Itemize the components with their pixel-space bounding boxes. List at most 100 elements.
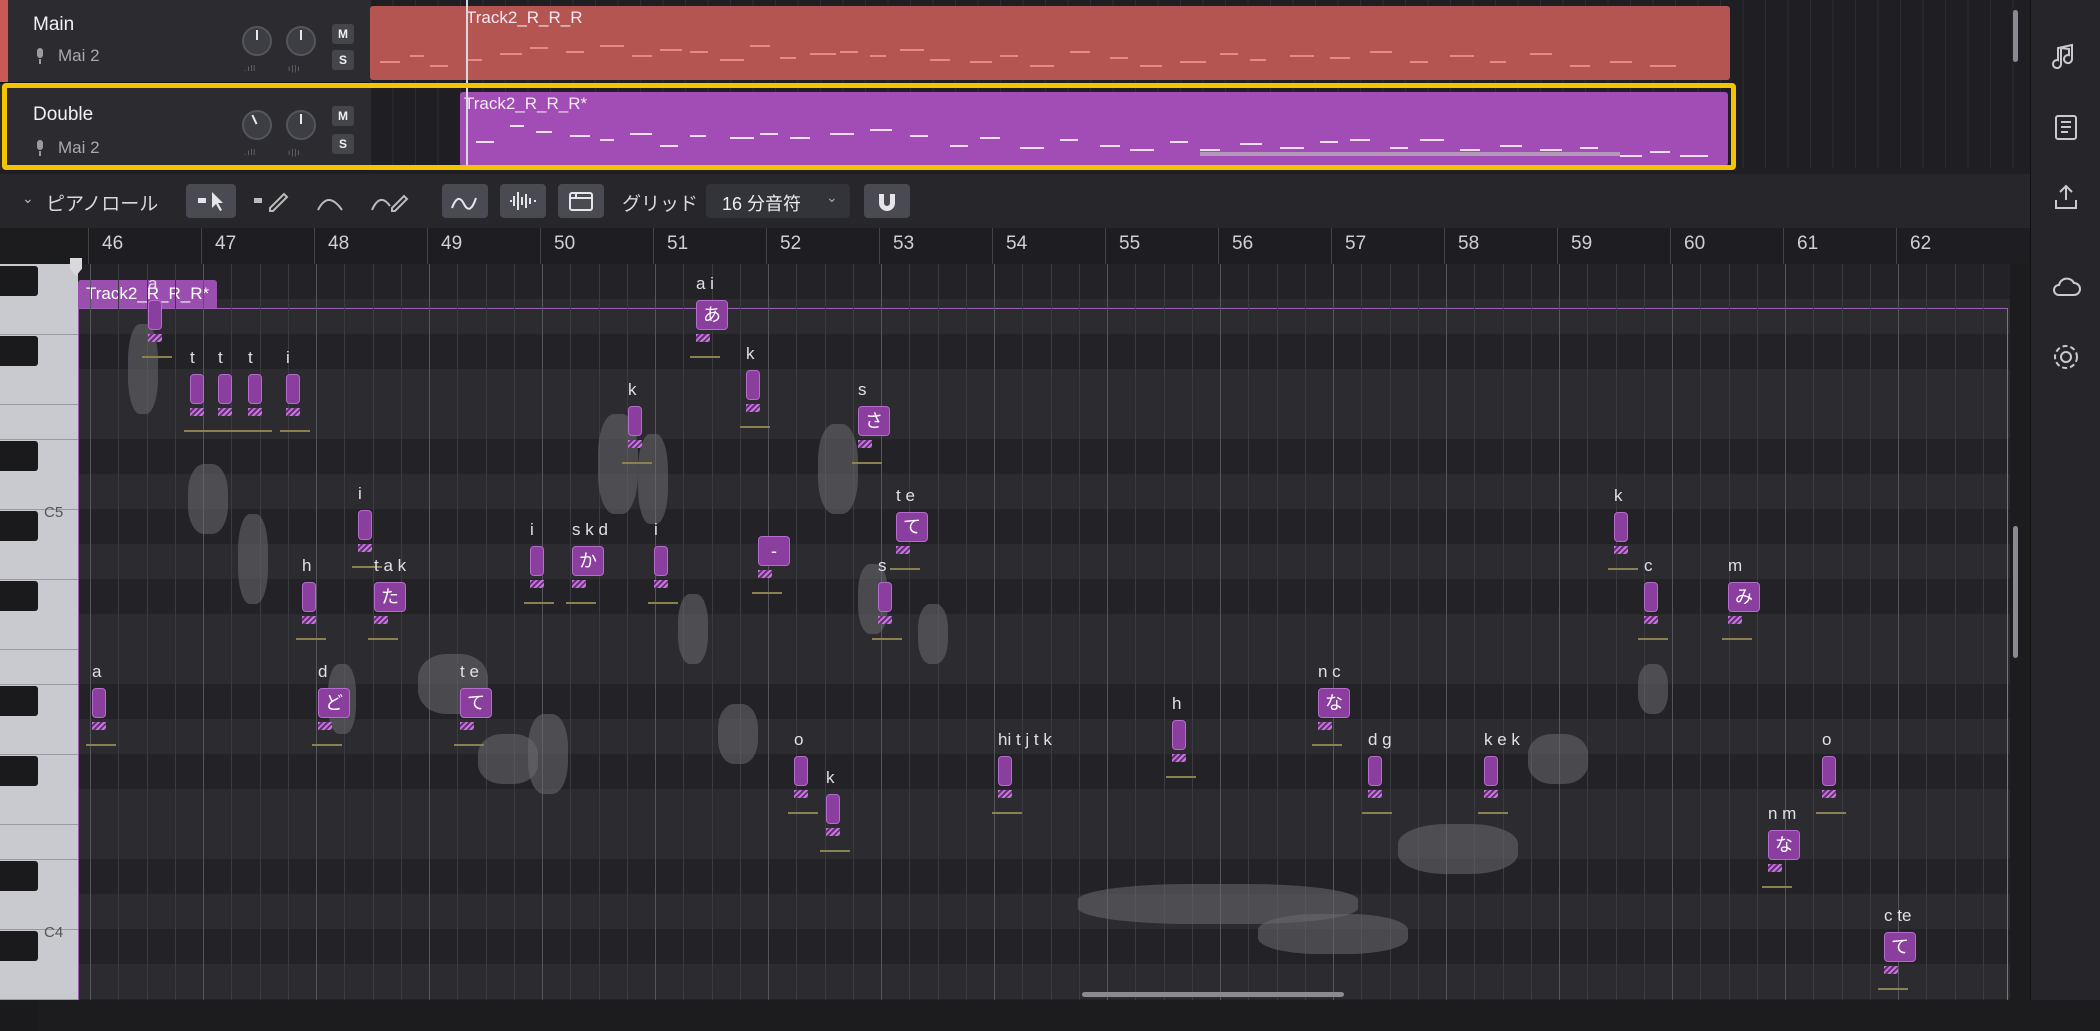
phoneme-timing-hatch[interactable] — [1172, 754, 1186, 762]
phoneme-timing-hatch[interactable] — [248, 408, 262, 416]
phoneme-timing-hatch[interactable] — [998, 790, 1012, 798]
note-block[interactable] — [218, 374, 232, 404]
piano-keyboard[interactable]: C5 C4 — [0, 264, 78, 1031]
curve-tool-button[interactable] — [306, 184, 356, 218]
pan-knob[interactable] — [286, 26, 316, 56]
phoneme-timing-hatch[interactable] — [696, 334, 710, 342]
phoneme-timing-hatch[interactable] — [190, 408, 204, 416]
note-block[interactable] — [1484, 756, 1498, 786]
phoneme-timing-hatch[interactable] — [1822, 790, 1836, 798]
note-block[interactable] — [286, 374, 300, 404]
volume-knob[interactable] — [242, 26, 272, 56]
phoneme-timing-hatch[interactable] — [1368, 790, 1382, 798]
phoneme-timing-hatch[interactable] — [358, 544, 372, 552]
waveform-toggle[interactable] — [500, 184, 546, 218]
phoneme-timing-hatch[interactable] — [1614, 546, 1628, 554]
note-block[interactable] — [1614, 512, 1628, 542]
phoneme-timing-hatch[interactable] — [896, 546, 910, 554]
note-block[interactable] — [358, 510, 372, 540]
book-icon[interactable] — [2049, 110, 2083, 144]
note-block[interactable]: あ — [696, 300, 728, 330]
freehand-tool-button[interactable] — [362, 184, 418, 218]
note-grid[interactable]: Track2_R_R_R* aatttihit a kたdどt eてis k d… — [78, 264, 2010, 1000]
phoneme-timing-hatch[interactable] — [318, 722, 332, 730]
phoneme-timing-hatch[interactable] — [1318, 722, 1332, 730]
vertical-scrollbar[interactable] — [2013, 526, 2018, 658]
note-block[interactable]: な — [1318, 688, 1350, 718]
note-block[interactable]: て — [1884, 932, 1916, 962]
note-block[interactable] — [1644, 582, 1658, 612]
select-tool-button[interactable] — [186, 184, 236, 218]
phoneme-timing-hatch[interactable] — [654, 580, 668, 588]
music-note-icon[interactable] — [2049, 40, 2083, 74]
mute-button[interactable]: M — [332, 24, 354, 44]
snap-toggle[interactable] — [864, 184, 910, 218]
track-voice[interactable]: Mai 2 — [58, 46, 100, 66]
black-key[interactable] — [0, 931, 38, 961]
clip-main[interactable]: Track2_R_R_R — [370, 6, 1730, 80]
black-key[interactable] — [0, 336, 38, 366]
cloud-icon[interactable] — [2049, 270, 2083, 304]
note-block[interactable] — [148, 300, 162, 330]
phoneme-timing-hatch[interactable] — [1728, 616, 1742, 624]
note-block[interactable]: ど — [318, 688, 350, 718]
phoneme-timing-hatch[interactable] — [758, 570, 772, 578]
note-block[interactable] — [190, 374, 204, 404]
phoneme-timing-hatch[interactable] — [1484, 790, 1498, 798]
phoneme-timing-hatch[interactable] — [858, 440, 872, 448]
phoneme-timing-hatch[interactable] — [746, 404, 760, 412]
black-key[interactable] — [0, 581, 38, 611]
bar-ruler[interactable]: 46 47 48 49 50 51 52 53 54 55 56 57 58 59 60 61 62 — [88, 228, 2030, 264]
note-block[interactable] — [1822, 756, 1836, 786]
phoneme-timing-hatch[interactable] — [628, 440, 642, 448]
note-block[interactable] — [654, 546, 668, 576]
black-key[interactable] — [0, 266, 38, 296]
pitch-curve-toggle[interactable] — [442, 184, 488, 218]
phoneme-timing-hatch[interactable] — [826, 828, 840, 836]
black-key[interactable] — [0, 861, 38, 891]
export-icon[interactable] — [2049, 180, 2083, 214]
phoneme-timing-hatch[interactable] — [878, 616, 892, 624]
phoneme-timing-hatch[interactable] — [1884, 966, 1898, 974]
phoneme-timing-hatch[interactable] — [1768, 864, 1782, 872]
note-block[interactable] — [302, 582, 316, 612]
horizontal-scrollbar[interactable] — [1082, 992, 1344, 997]
phoneme-timing-hatch[interactable] — [148, 334, 162, 342]
black-key[interactable] — [0, 441, 38, 471]
collapse-chevron-icon[interactable]: ⌄ — [22, 190, 34, 207]
note-block[interactable] — [248, 374, 262, 404]
phoneme-timing-hatch[interactable] — [572, 580, 586, 588]
phoneme-timing-hatch[interactable] — [374, 616, 388, 624]
note-block[interactable] — [826, 794, 840, 824]
phoneme-timing-hatch[interactable] — [302, 616, 316, 624]
black-key[interactable] — [0, 511, 38, 541]
phoneme-timing-hatch[interactable] — [92, 722, 106, 730]
pen-tool-button[interactable] — [244, 184, 300, 218]
phoneme-timing-hatch[interactable] — [794, 790, 808, 798]
grid-select[interactable]: 16 分音符 ⌄ — [706, 184, 850, 218]
black-key[interactable] — [0, 1001, 38, 1031]
black-key[interactable] — [0, 686, 38, 716]
note-block[interactable] — [746, 370, 760, 400]
note-block[interactable] — [998, 756, 1012, 786]
note-block[interactable]: た — [374, 582, 406, 612]
note-block[interactable] — [794, 756, 808, 786]
region-view-toggle[interactable] — [558, 184, 604, 218]
note-block[interactable] — [92, 688, 106, 718]
settings-gear-icon[interactable] — [2049, 340, 2083, 374]
phoneme-timing-hatch[interactable] — [460, 722, 474, 730]
note-block[interactable]: み — [1728, 582, 1760, 612]
phoneme-timing-hatch[interactable] — [1644, 616, 1658, 624]
phoneme-timing-hatch[interactable] — [286, 408, 300, 416]
note-block[interactable] — [530, 546, 544, 576]
black-key[interactable] — [0, 756, 38, 786]
note-block[interactable] — [878, 582, 892, 612]
note-block[interactable]: な — [1768, 830, 1800, 860]
phoneme-timing-hatch[interactable] — [218, 408, 232, 416]
note-block[interactable]: さ — [858, 406, 890, 436]
note-block[interactable]: か — [572, 546, 604, 576]
track-name[interactable]: Main — [33, 14, 74, 36]
phoneme-timing-hatch[interactable] — [530, 580, 544, 588]
note-block[interactable] — [1172, 720, 1186, 750]
solo-button[interactable]: S — [332, 50, 354, 70]
